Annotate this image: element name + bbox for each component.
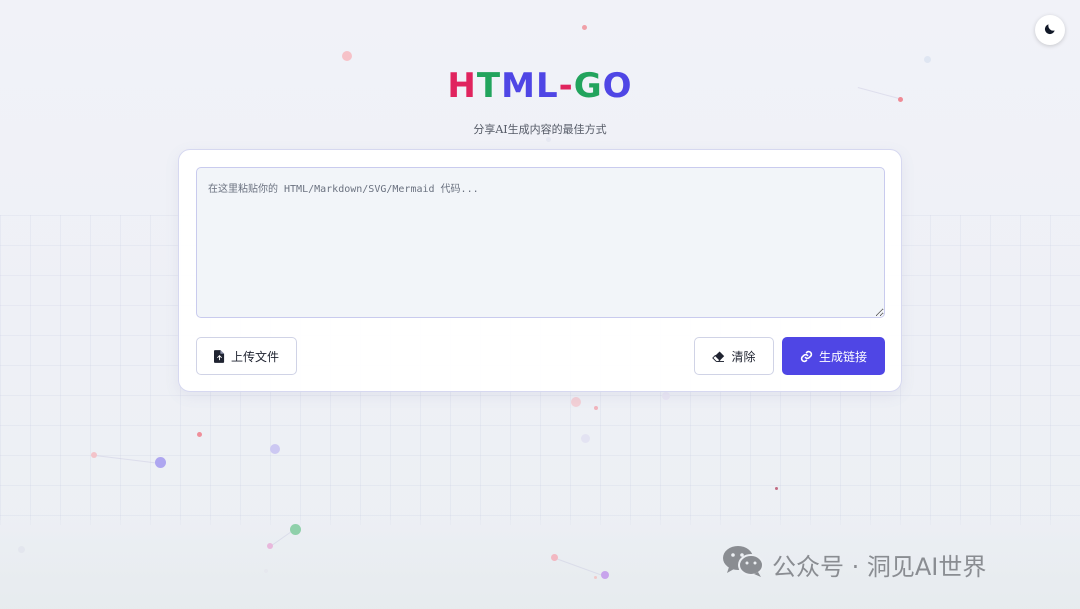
logo-letter: G — [573, 66, 603, 106]
particle — [342, 51, 352, 61]
particle — [594, 406, 598, 410]
link-icon — [800, 350, 813, 363]
particle — [571, 397, 581, 407]
particle — [264, 569, 268, 573]
particle — [581, 434, 590, 443]
wechat-icon — [722, 544, 764, 584]
app-logo: HTML-GO — [0, 66, 1080, 106]
logo-letter: O — [602, 66, 633, 106]
particle — [551, 554, 558, 561]
particle — [775, 487, 778, 490]
generate-link-button[interactable]: 生成链接 — [782, 337, 885, 375]
moon-icon — [1043, 21, 1057, 40]
clear-label: 清除 — [731, 349, 756, 364]
particle — [290, 524, 301, 535]
particle — [155, 457, 166, 468]
logo-letter: L — [535, 66, 559, 106]
logo-letter: H — [447, 66, 477, 106]
upload-file-label: 上传文件 — [230, 349, 279, 364]
eraser-icon — [712, 351, 725, 362]
generate-link-label: 生成链接 — [818, 349, 867, 364]
particle — [924, 56, 931, 63]
particle — [582, 25, 587, 30]
logo-letter: - — [558, 66, 574, 106]
watermark: 公众号 · 洞见AI世界 — [722, 546, 986, 582]
watermark-text: 公众号 · 洞见AI世界 — [772, 552, 987, 581]
theme-toggle-button[interactable] — [1035, 15, 1065, 45]
particle — [197, 432, 202, 437]
file-upload-icon — [213, 349, 225, 363]
editor-card: 上传文件 清除 生成链接 — [178, 149, 902, 392]
particle — [594, 576, 597, 579]
clear-button[interactable]: 清除 — [694, 337, 774, 375]
particle — [662, 392, 670, 400]
logo-letter: M — [501, 66, 536, 106]
particle — [601, 571, 609, 579]
particle — [546, 137, 551, 142]
logo-letter: T — [476, 66, 502, 106]
page-subtitle: 分享AI生成内容的最佳方式 — [473, 123, 607, 136]
particle — [18, 546, 25, 553]
code-input[interactable] — [196, 167, 885, 318]
particle — [270, 444, 280, 454]
upload-file-button[interactable]: 上传文件 — [196, 337, 297, 375]
particle — [267, 543, 273, 549]
particle — [91, 452, 97, 458]
